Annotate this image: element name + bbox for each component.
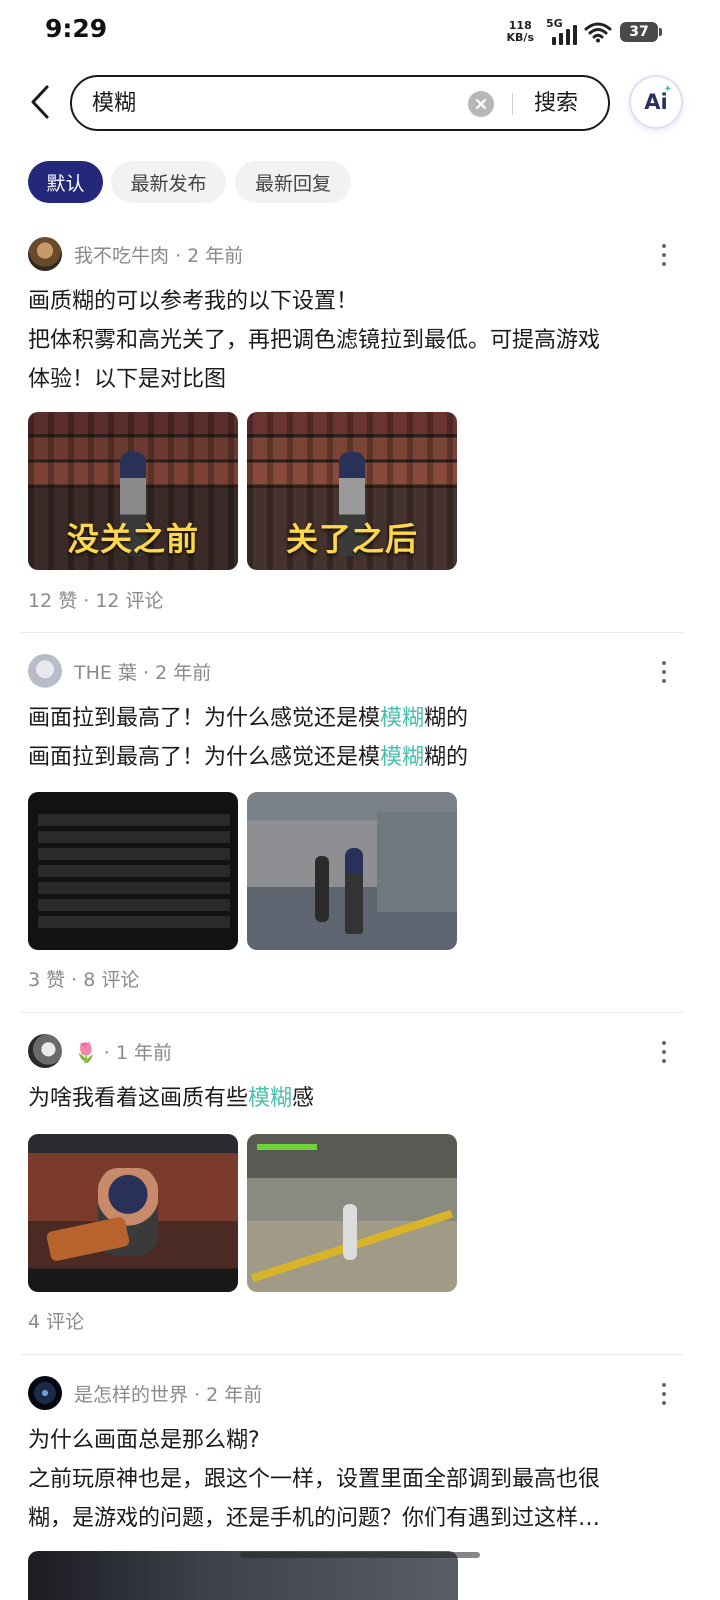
post-meta: 我不吃牛肉 · 2 年前 xyxy=(74,244,244,267)
more-options-button[interactable] xyxy=(656,661,672,683)
image-caption: 关了之后 xyxy=(285,520,418,558)
more-options-button[interactable] xyxy=(656,1383,672,1405)
post-header: 🌷 · 1 年前 xyxy=(28,1033,172,1069)
post-content: 为什么画面总是那么糊? 之前玩原神也是，跟这个一样，设置里面全部调到最高也很 糊… xyxy=(28,1421,668,1538)
status-bar: 9:29 118 KB/s 5G 37 xyxy=(0,0,720,64)
post-content: 画质糊的可以参考我的以下设置！ 把体积雾和高光关了，再把调色滤镜拉到最低。可提高… xyxy=(28,282,668,399)
author-name[interactable]: 🌷 xyxy=(74,1042,98,1064)
post-text-line: 糊，是游戏的问题，还是手机的问题？你们有遇到过这样… xyxy=(28,1506,601,1531)
search-input[interactable]: 模糊 xyxy=(92,87,136,121)
avatar[interactable] xyxy=(28,237,62,271)
post-meta: THE 葉 · 2 年前 xyxy=(74,661,212,684)
cellular-signal-icon: 5G xyxy=(546,17,577,45)
search-divider xyxy=(512,93,513,115)
post-image[interactable]: 关了之后 xyxy=(247,412,457,570)
status-time: 9:29 xyxy=(45,14,108,43)
post-header: 是怎样的世界 · 2 年前 xyxy=(28,1375,262,1411)
post-images xyxy=(28,792,457,950)
search-highlight: 模糊 xyxy=(248,1086,293,1111)
post-image[interactable] xyxy=(247,1134,457,1292)
post-text-line: 体验！以下是对比图 xyxy=(28,367,227,392)
post-images xyxy=(28,1134,457,1292)
post-text-line: 把体积雾和高光关了，再把调色滤镜拉到最低。可提高游戏 xyxy=(28,328,601,353)
avatar[interactable] xyxy=(28,1034,62,1068)
post-images: 没关之前 关了之后 xyxy=(28,412,457,570)
post-images xyxy=(28,1551,458,1600)
author-name[interactable]: 是怎样的世界 xyxy=(74,1384,188,1406)
sparkle-icon: ✦ xyxy=(663,84,672,95)
chevron-left-icon xyxy=(31,85,49,119)
divider xyxy=(20,1012,684,1013)
sort-tab-default[interactable]: 默认 xyxy=(28,161,103,203)
ai-assistant-button[interactable]: Ai ✦ xyxy=(631,77,681,127)
sort-tab-latest-post[interactable]: 最新发布 xyxy=(111,161,226,203)
post-header: 我不吃牛肉 · 2 年前 xyxy=(28,236,243,272)
post-stats: 3 赞 · 8 评论 xyxy=(28,969,140,991)
post-time: 2 年前 xyxy=(187,244,244,267)
status-icons: 118 KB/s 5G 37 xyxy=(506,16,662,48)
post-content: 画面拉到最高了！为什么感觉还是模模糊糊的 画面拉到最高了！为什么感觉还是模模糊糊… xyxy=(28,699,668,777)
avatar[interactable] xyxy=(28,1376,62,1410)
post-time: 1 年前 xyxy=(115,1041,172,1064)
post-text-line: 画面拉到最高了！为什么感觉还是模模糊糊的 xyxy=(28,706,469,731)
post-time: 2 年前 xyxy=(206,1383,263,1406)
post-text-line: 画面拉到最高了！为什么感觉还是模模糊糊的 xyxy=(28,745,469,770)
post-meta: 🌷 · 1 年前 xyxy=(74,1041,172,1064)
close-icon xyxy=(475,98,487,110)
divider xyxy=(20,1354,684,1355)
post-stats: 12 赞 · 12 评论 xyxy=(28,590,164,612)
search-bar: 模糊 搜索 xyxy=(70,75,610,131)
sort-tab-latest-reply[interactable]: 最新回复 xyxy=(235,161,351,203)
post-text-line: 为什么画面总是那么糊? xyxy=(28,1428,260,1453)
post-text-line: 为啥我看着这画质有些模糊感 xyxy=(28,1086,315,1111)
search-highlight: 模糊 xyxy=(380,745,425,770)
more-options-button[interactable] xyxy=(656,244,672,266)
divider xyxy=(20,632,684,633)
clear-search-button[interactable] xyxy=(468,91,494,117)
battery-icon: 37 xyxy=(620,22,662,42)
post-stats: 4 评论 xyxy=(28,1311,85,1333)
post-text-line: 画质糊的可以参考我的以下设置！ xyxy=(28,289,359,314)
post-time: 2 年前 xyxy=(155,661,212,684)
post-header: THE 葉 · 2 年前 xyxy=(28,653,211,689)
post-content: 为啥我看着这画质有些模糊感 xyxy=(28,1079,668,1118)
search-button[interactable]: 搜索 xyxy=(534,87,578,121)
network-speed: 118 KB/s xyxy=(506,19,534,44)
post-image[interactable] xyxy=(28,1551,458,1600)
search-highlight: 模糊 xyxy=(380,706,425,731)
more-options-button[interactable] xyxy=(656,1041,672,1063)
wifi-icon xyxy=(584,22,612,43)
home-indicator xyxy=(240,1552,480,1558)
post-meta: 是怎样的世界 · 2 年前 xyxy=(74,1383,263,1406)
author-name[interactable]: THE 葉 xyxy=(74,662,137,684)
author-name[interactable]: 我不吃牛肉 xyxy=(74,245,169,267)
image-caption: 没关之前 xyxy=(66,520,199,558)
post-image[interactable]: 没关之前 xyxy=(28,412,238,570)
back-button[interactable] xyxy=(18,78,62,126)
post-image[interactable] xyxy=(28,1134,238,1292)
post-text-line: 之前玩原神也是，跟这个一样，设置里面全部调到最高也很 xyxy=(28,1467,601,1492)
avatar[interactable] xyxy=(28,654,62,688)
post-image[interactable] xyxy=(28,792,238,950)
post-image[interactable] xyxy=(247,792,457,950)
